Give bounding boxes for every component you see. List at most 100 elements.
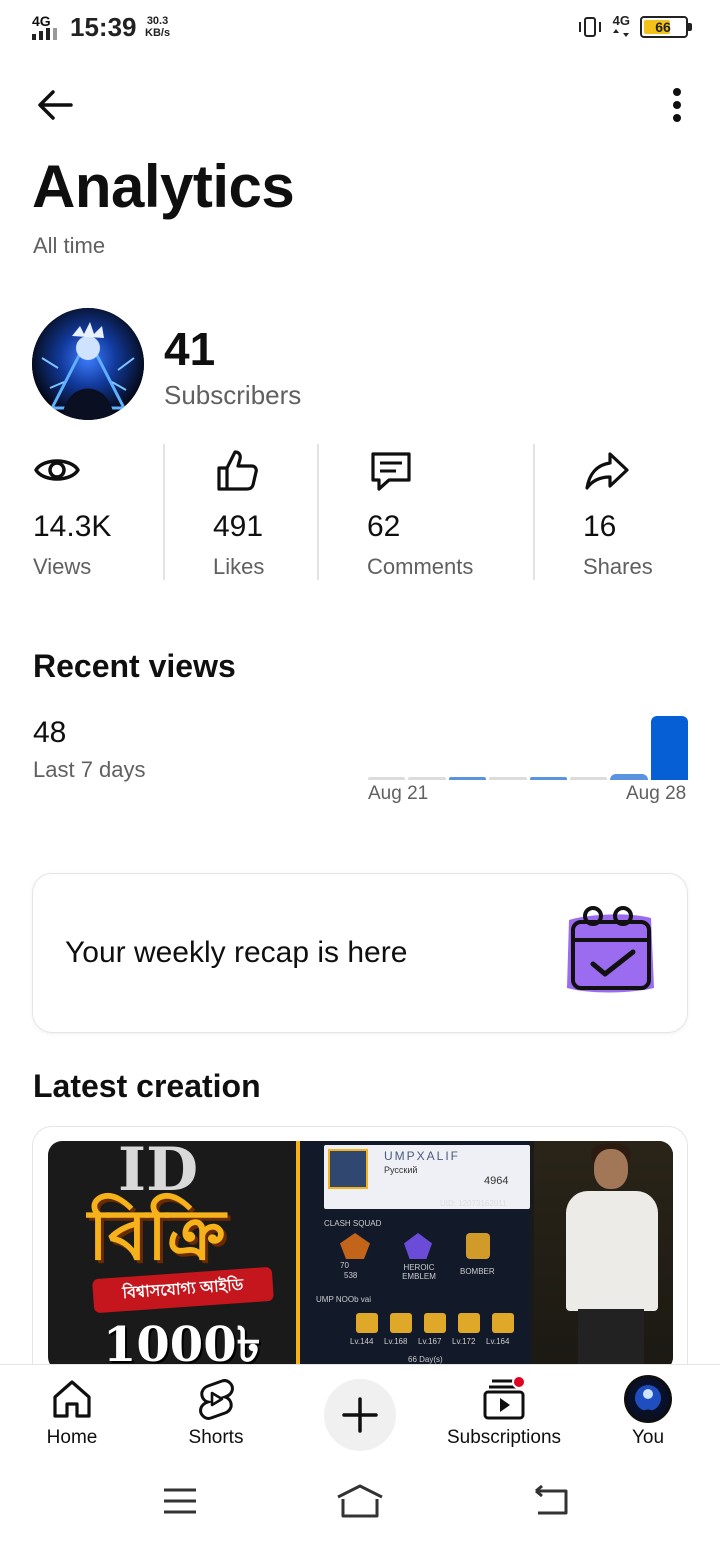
page-title: Analytics bbox=[32, 153, 295, 220]
more-options-button[interactable] bbox=[652, 80, 702, 130]
thumbnail-badge-3: BOMBER bbox=[460, 1267, 495, 1276]
notification-dot bbox=[512, 1375, 526, 1389]
stat-comments-value: 62 bbox=[367, 510, 401, 543]
back-return-icon bbox=[535, 1485, 568, 1515]
chart-axis-end-label: Aug 28 bbox=[626, 783, 687, 804]
recents-button[interactable] bbox=[150, 1476, 210, 1526]
thumbnail-badge-2: HEROIC EMBLEM bbox=[402, 1263, 436, 1281]
thumbs-up-icon bbox=[217, 450, 258, 491]
stat-likes[interactable]: 491 Likes bbox=[213, 446, 265, 586]
channel-avatar[interactable] bbox=[32, 308, 144, 420]
divider bbox=[533, 444, 535, 580]
comment-icon bbox=[371, 452, 411, 491]
eye-icon bbox=[34, 459, 80, 481]
recent-views-title: Recent views bbox=[33, 648, 236, 684]
battery-icon: 66 bbox=[640, 16, 692, 38]
stat-likes-value: 491 bbox=[213, 510, 264, 543]
thumbnail-level: Lv.164 bbox=[486, 1337, 510, 1346]
thumbnail-likes: 4964 bbox=[484, 1175, 509, 1187]
stat-shares-value: 16 bbox=[583, 510, 617, 543]
latest-creation-title: Latest creation bbox=[33, 1068, 261, 1104]
chart-bar bbox=[408, 777, 446, 780]
arrow-back-icon bbox=[38, 90, 73, 120]
back-system-button[interactable] bbox=[520, 1476, 580, 1526]
stat-shares[interactable]: 16 Shares bbox=[583, 446, 653, 586]
status-bar: 4G 15:39 30.3 KB/s 4G 66 bbox=[0, 0, 720, 58]
stat-shares-label: Shares bbox=[583, 554, 653, 579]
create-plus-icon bbox=[342, 1397, 378, 1433]
shorts-icon bbox=[199, 1379, 234, 1420]
battery-level: 66 bbox=[655, 19, 671, 35]
thumbnail-level: Lv.172 bbox=[452, 1337, 476, 1346]
thumbnail-uid: UID: 12073162011 bbox=[440, 1199, 507, 1208]
chart-bar bbox=[489, 777, 527, 780]
back-button[interactable] bbox=[30, 80, 80, 130]
thumbnail-level: Lv.167 bbox=[418, 1337, 442, 1346]
clock: 15:39 bbox=[70, 12, 137, 42]
thumbnail-level: Lv.168 bbox=[384, 1337, 408, 1346]
home-system-button[interactable] bbox=[330, 1476, 390, 1526]
thumbnail-player-name: UMPXALIF bbox=[384, 1149, 461, 1163]
weekly-recap-card[interactable]: Your weekly recap is here bbox=[32, 873, 688, 1033]
network-type-icon: 4G bbox=[613, 14, 630, 40]
thumbnail-days: 66 Day(s) bbox=[408, 1355, 443, 1364]
latest-creation-card[interactable]: ID বিক্রি বিশ্বাসযোগ্য আইডি 1000৳ UMPXAL… bbox=[32, 1126, 688, 1386]
video-thumbnail[interactable]: ID বিক্রি বিশ্বাসযোগ্য আইডি 1000৳ UMPXAL… bbox=[48, 1141, 673, 1371]
chart-bar bbox=[368, 777, 406, 780]
avatar-icon bbox=[624, 1375, 672, 1423]
home-outline-icon bbox=[337, 1484, 383, 1518]
subscriber-count: 41 bbox=[164, 323, 216, 375]
chart-bar bbox=[569, 777, 608, 780]
stat-likes-label: Likes bbox=[213, 554, 265, 579]
chart-bar bbox=[529, 777, 567, 780]
subscriber-label: Subscribers bbox=[164, 380, 302, 410]
nav-home-label: Home bbox=[46, 1427, 98, 1448]
nav-you[interactable]: You bbox=[578, 1365, 718, 1455]
bottom-navigation: Home Shorts Subscriptions You bbox=[0, 1364, 720, 1456]
nav-home[interactable]: Home bbox=[2, 1365, 142, 1455]
thumbnail-player-sub: Русский bbox=[384, 1165, 418, 1175]
vibrate-icon bbox=[577, 15, 603, 39]
nav-subscriptions[interactable]: Subscriptions bbox=[434, 1365, 574, 1455]
nav-you-label: You bbox=[631, 1427, 665, 1448]
recent-views-count: 48 bbox=[33, 716, 67, 749]
stat-comments-label: Comments bbox=[367, 554, 474, 579]
nav-shorts[interactable]: Shorts bbox=[146, 1365, 286, 1455]
stat-comments[interactable]: 62 Comments bbox=[367, 446, 473, 586]
thumbnail-price: 1000৳ bbox=[103, 1317, 261, 1371]
weekly-recap-text: Your weekly recap is here bbox=[65, 936, 408, 969]
chart-bar bbox=[650, 716, 688, 780]
thumbnail-profile-panel: UMPXALIF Русский 4964 UID: 12073162011 C… bbox=[296, 1141, 530, 1371]
menu-icon bbox=[164, 1488, 196, 1514]
thumbnail-level: Lv.144 bbox=[350, 1337, 374, 1346]
chart-bar bbox=[448, 777, 487, 780]
thumbnail-character bbox=[534, 1141, 673, 1371]
chart-axis-start-label: Aug 21 bbox=[368, 783, 429, 804]
thumbnail-badge-1-value: 70 bbox=[340, 1261, 349, 1270]
recent-views-chart[interactable] bbox=[368, 700, 688, 780]
create-button[interactable] bbox=[324, 1379, 396, 1451]
divider bbox=[317, 444, 319, 580]
stat-views-value: 14.3K bbox=[33, 510, 112, 543]
recent-views-period: Last 7 days bbox=[33, 757, 146, 782]
chart-bar bbox=[610, 774, 648, 780]
signal-icon bbox=[32, 28, 57, 40]
more-vertical-icon bbox=[673, 88, 681, 122]
nav-shorts-label: Shorts bbox=[188, 1427, 244, 1448]
home-icon bbox=[53, 1380, 91, 1418]
network-type-right: 4G bbox=[612, 13, 630, 28]
time-range-label: All time bbox=[33, 233, 106, 258]
stat-views[interactable]: 14.3K Views bbox=[33, 446, 111, 586]
network-type-label: 4G bbox=[32, 13, 51, 29]
network-speed: 30.3 KB/s bbox=[145, 15, 170, 39]
thumbnail-badge-1-sub: 538 bbox=[344, 1271, 358, 1280]
thumbnail-squad-label: CLASH SQUAD bbox=[324, 1219, 382, 1228]
system-navigation-bar bbox=[0, 1456, 720, 1544]
nav-subscriptions-label: Subscriptions bbox=[446, 1427, 562, 1448]
thumbnail-guild: UMP NOOb vai bbox=[316, 1295, 371, 1304]
divider bbox=[163, 444, 165, 580]
stat-views-label: Views bbox=[33, 554, 92, 579]
network-speed-unit: KB/s bbox=[145, 27, 171, 39]
network-speed-value: 30.3 bbox=[146, 15, 169, 27]
share-icon bbox=[585, 452, 629, 490]
